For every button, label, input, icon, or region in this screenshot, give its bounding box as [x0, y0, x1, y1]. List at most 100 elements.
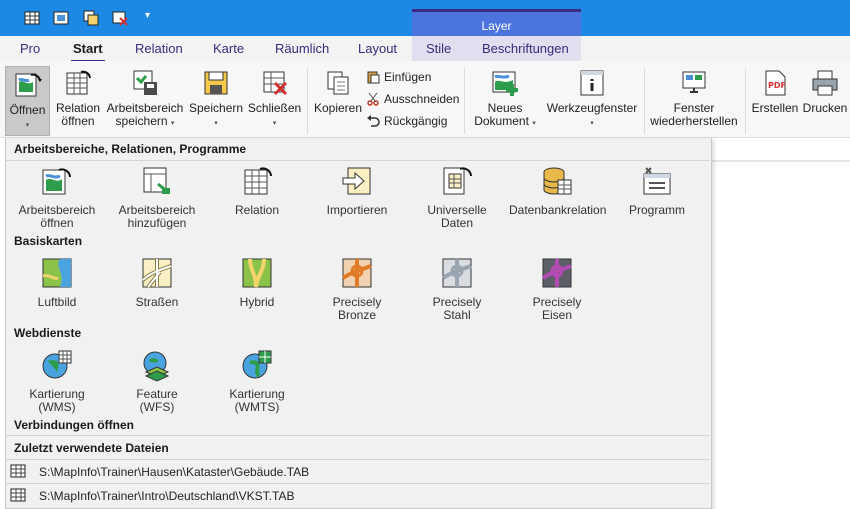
- recent-file-path: S:\MapInfo\Trainer\Hausen\Kataster\Gebäu…: [39, 465, 310, 479]
- workspace-save-line1: Arbeitsbereich: [106, 101, 184, 115]
- menu-item-precisely-steel[interactable]: Precisely Stahl: [409, 256, 505, 322]
- svg-text:PDF: PDF: [768, 81, 786, 90]
- wfs-globe-icon: [140, 348, 174, 382]
- menu-item-program[interactable]: Programm: [609, 164, 705, 217]
- section-basemaps-heading: Basiskarten: [14, 234, 83, 248]
- tab-karte[interactable]: Karte: [213, 41, 244, 56]
- item-label-line2: Eisen: [541, 308, 573, 322]
- relation-open-line1: Relation: [55, 101, 101, 115]
- save-copy-icon[interactable]: [82, 9, 100, 27]
- workspace-save-button[interactable]: Arbeitsbereich speichern ▾: [105, 68, 185, 130]
- tool-windows-dropdown-icon: ▾: [590, 120, 594, 127]
- wmts-globe-icon: [240, 348, 274, 382]
- item-label-line1: Arbeitsbereich: [18, 203, 96, 217]
- close-table-icon[interactable]: [111, 9, 129, 27]
- item-label-line2: (WMS): [38, 400, 76, 414]
- item-label-line1: Luftbild: [37, 295, 77, 309]
- iron-map-icon: [540, 256, 574, 290]
- menu-item-wmts[interactable]: Kartierung (WMTS): [209, 348, 305, 414]
- menu-item-wms[interactable]: Kartierung (WMS): [9, 348, 105, 414]
- recent-file-item[interactable]: S:\MapInfo\Trainer\Intro\Deutschland\VKS…: [6, 484, 710, 507]
- relation-open-line2: öffnen: [61, 114, 95, 128]
- menu-item-add-workspace[interactable]: Arbeitsbereich hinzufügen: [109, 164, 205, 230]
- restore-windows-icon: [679, 68, 709, 98]
- open-map-icon: [13, 70, 43, 100]
- layer-context-group: Layer: [412, 9, 581, 36]
- new-map-icon: [490, 68, 520, 98]
- section-workspaces-heading: Arbeitsbereiche, Relationen, Programme: [14, 142, 247, 156]
- menu-item-database-relation[interactable]: Datenbankrelation: [509, 164, 606, 217]
- ribbon-separator: [307, 68, 308, 134]
- tab-start[interactable]: Start: [71, 41, 105, 63]
- restore-windows-line1: Fenster: [673, 101, 715, 115]
- cut-label: Ausschneiden: [384, 92, 460, 106]
- undo-button[interactable]: Rückgängig: [366, 114, 447, 128]
- relation-open-button[interactable]: Relation öffnen: [53, 68, 103, 128]
- tab-stile[interactable]: Stile: [426, 41, 451, 56]
- save-icon: [201, 68, 231, 98]
- tab-layout[interactable]: Layout: [358, 41, 397, 56]
- open-button-label: Öffnen: [9, 103, 46, 117]
- item-label-line2: Daten: [440, 216, 474, 230]
- print-button[interactable]: Drucken: [801, 68, 849, 115]
- menu-item-hybrid[interactable]: Hybrid: [209, 256, 305, 309]
- menu-item-universal-data[interactable]: Universelle Daten: [409, 164, 505, 230]
- workspace-area: [712, 138, 850, 509]
- menu-item-import[interactable]: Importieren: [309, 164, 405, 217]
- table-icon: [240, 164, 274, 198]
- workspace-save-icon: [130, 68, 160, 98]
- cut-button[interactable]: Ausschneiden: [366, 92, 459, 106]
- paste-label: Einfügen: [384, 70, 432, 84]
- save-button[interactable]: Speichern ▾: [189, 68, 243, 130]
- export-label: Erstellen: [751, 101, 799, 115]
- menu-item-aerial[interactable]: Luftbild: [9, 256, 105, 309]
- tab-raeumlich[interactable]: Räumlich: [275, 41, 329, 56]
- new-table-icon[interactable]: [23, 9, 41, 27]
- menu-item-relation[interactable]: Relation: [209, 164, 305, 217]
- wms-globe-icon: [40, 348, 74, 382]
- open-workspace-icon: [40, 164, 74, 198]
- close-label: Schließen: [247, 101, 302, 115]
- menu-item-wfs[interactable]: Feature (WFS): [109, 348, 205, 414]
- program-icon: [640, 164, 674, 198]
- open-button[interactable]: Öffnen ▾: [5, 66, 50, 136]
- item-label-line2: öffnen: [40, 216, 74, 230]
- menu-item-precisely-iron[interactable]: Precisely Eisen: [509, 256, 605, 322]
- item-label-line2: (WFS): [139, 400, 175, 414]
- recent-file-item[interactable]: S:\MapInfo\Trainer\Hausen\Kataster\Gebäu…: [6, 460, 710, 483]
- tab-beschriftungen[interactable]: Beschriftungen: [482, 41, 569, 56]
- new-document-line1: Neues: [487, 101, 523, 115]
- workspace-save-dropdown-icon: ▾: [170, 120, 175, 127]
- restore-windows-button[interactable]: Fenster wiederherstellen: [648, 68, 740, 128]
- open-workspace-icon[interactable]: [52, 9, 70, 27]
- tab-relation[interactable]: Relation: [135, 41, 183, 56]
- menu-item-open-workspace[interactable]: Arbeitsbereich öffnen: [9, 164, 105, 230]
- tab-pro[interactable]: Pro: [20, 41, 40, 56]
- section-webservices-heading: Webdienste: [14, 326, 82, 340]
- streets-map-icon: [140, 256, 174, 290]
- table-open-icon: [63, 68, 93, 98]
- workspace-tab-strip: [712, 160, 850, 162]
- copy-button[interactable]: Kopieren: [312, 68, 364, 115]
- item-label-line2: (WMTS): [234, 400, 280, 414]
- close-table-large-icon: [260, 68, 290, 98]
- scissors-icon: [367, 92, 379, 106]
- menu-item-streets[interactable]: Straßen: [109, 256, 205, 309]
- close-button[interactable]: Schließen ▾: [247, 68, 302, 130]
- paste-icon: [367, 71, 380, 84]
- customize-dropdown-icon[interactable]: ▾: [145, 10, 150, 21]
- menu-item-precisely-bronze[interactable]: Precisely Bronze: [309, 256, 405, 322]
- close-dropdown-icon: ▾: [272, 120, 277, 127]
- item-label-line1: Straßen: [135, 295, 179, 309]
- item-label-line1: Precisely: [432, 295, 482, 309]
- export-pdf-button[interactable]: PDF Erstellen: [750, 68, 800, 115]
- save-label: Speichern: [189, 101, 244, 115]
- tool-windows-button[interactable]: Werkzeugfenster ▾: [545, 68, 639, 130]
- new-document-button[interactable]: Neues Dokument ▾: [470, 68, 540, 130]
- paste-button[interactable]: Einfügen: [366, 70, 431, 84]
- undo-icon: [367, 115, 380, 127]
- item-label-line1: Precisely: [332, 295, 382, 309]
- table-file-icon: [10, 488, 26, 502]
- ribbon-separator: [644, 68, 645, 134]
- item-label-line2: Bronze: [337, 308, 377, 322]
